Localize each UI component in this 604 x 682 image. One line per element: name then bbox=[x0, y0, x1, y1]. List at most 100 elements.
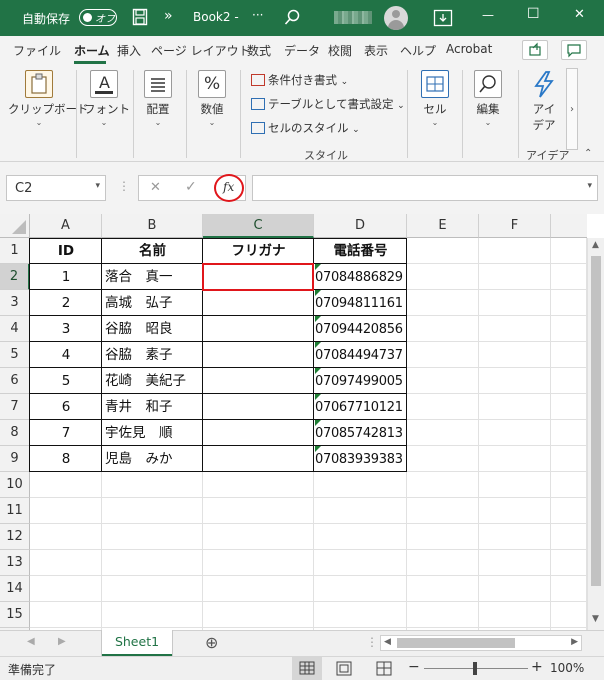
number-format-button[interactable]: % 数値 ⌄ bbox=[194, 70, 230, 127]
row-header-3[interactable]: 3 bbox=[0, 290, 30, 316]
chevron-down-icon[interactable]: ▾ bbox=[587, 181, 592, 191]
horizontal-scrollbar[interactable]: ◀ ▶ bbox=[380, 635, 582, 651]
row-header-12[interactable]: 12 bbox=[0, 524, 30, 550]
error-indicator-icon[interactable] bbox=[315, 342, 321, 348]
cell-phone[interactable]: 07083939383 bbox=[315, 447, 406, 472]
drag-handle[interactable]: ⋮ bbox=[366, 635, 378, 649]
error-indicator-icon[interactable] bbox=[315, 420, 321, 426]
maximize-button[interactable]: ☐ bbox=[527, 6, 540, 22]
clipboard-button[interactable]: クリップボード ⌄ bbox=[8, 70, 89, 127]
cell-id[interactable]: 6 bbox=[31, 395, 101, 420]
cell-furigana[interactable] bbox=[204, 447, 313, 472]
cell-id[interactable]: 1 bbox=[31, 265, 101, 290]
sheet-tab-sheet1[interactable]: Sheet1 bbox=[102, 630, 172, 656]
add-sheet-icon[interactable]: ⊕ bbox=[205, 633, 218, 652]
alignment-button[interactable]: 配置 ⌄ bbox=[140, 70, 176, 127]
column-header-f[interactable]: F bbox=[479, 214, 551, 238]
row-header-6[interactable]: 6 bbox=[0, 368, 30, 394]
cell-name[interactable]: 宇佐見 順 bbox=[105, 421, 202, 446]
close-button[interactable]: ✕ bbox=[574, 7, 585, 22]
normal-view-button[interactable] bbox=[292, 657, 322, 680]
zoom-slider-thumb[interactable] bbox=[473, 662, 477, 675]
cell-phone[interactable]: 07094811161 bbox=[315, 291, 406, 316]
cancel-icon[interactable]: ✕ bbox=[150, 180, 161, 195]
minimize-button[interactable]: — bbox=[482, 8, 494, 22]
cells-button[interactable]: セル ⌄ bbox=[417, 70, 453, 127]
error-indicator-icon[interactable] bbox=[315, 316, 321, 322]
cell-id[interactable]: 4 bbox=[31, 343, 101, 368]
error-indicator-icon[interactable] bbox=[315, 290, 321, 296]
cell-name[interactable]: 青井 和子 bbox=[105, 395, 202, 420]
drag-handle[interactable]: ⋮ bbox=[118, 179, 130, 193]
row-header-2[interactable]: 2 bbox=[0, 264, 30, 290]
ideas-button[interactable]: アイ デア bbox=[526, 70, 562, 133]
tab-help[interactable]: ヘルプ bbox=[400, 42, 436, 59]
column-header-d[interactable]: D bbox=[314, 214, 407, 238]
error-indicator-icon[interactable] bbox=[315, 368, 321, 374]
save-icon[interactable] bbox=[132, 8, 148, 26]
cell-furigana[interactable] bbox=[204, 317, 313, 342]
cell-name[interactable]: 花崎 美紀子 bbox=[105, 369, 202, 394]
cell-name[interactable]: 児島 みか bbox=[105, 447, 202, 472]
cell-phone[interactable]: 07085742813 bbox=[315, 421, 406, 446]
avatar[interactable] bbox=[384, 6, 408, 30]
vertical-scrollbar[interactable]: ▲ ▼ bbox=[587, 238, 604, 630]
autosave-toggle[interactable]: オフ bbox=[79, 9, 117, 26]
font-button[interactable]: A フォント ⌄ bbox=[84, 70, 130, 127]
row-header-4[interactable]: 4 bbox=[0, 316, 30, 342]
error-indicator-icon[interactable] bbox=[315, 264, 321, 270]
cell-id[interactable]: 5 bbox=[31, 369, 101, 394]
row-header-8[interactable]: 8 bbox=[0, 420, 30, 446]
row-header-11[interactable]: 11 bbox=[0, 498, 30, 524]
cell-name[interactable]: 谷脇 素子 bbox=[105, 343, 202, 368]
ribbon-display-icon[interactable] bbox=[433, 9, 453, 27]
header-id[interactable]: ID bbox=[31, 239, 101, 264]
format-as-table-button[interactable]: テーブルとして書式設定 ⌄ bbox=[251, 96, 405, 112]
cell-phone[interactable]: 07094420856 bbox=[315, 317, 406, 342]
column-header-g[interactable] bbox=[551, 214, 587, 238]
row-header-10[interactable]: 10 bbox=[0, 472, 30, 498]
tab-file[interactable]: ファイル bbox=[13, 42, 61, 59]
cell-phone[interactable]: 07067710121 bbox=[315, 395, 406, 420]
tab-acrobat[interactable]: Acrobat bbox=[446, 42, 492, 56]
error-indicator-icon[interactable] bbox=[315, 446, 321, 452]
cell-styles-button[interactable]: セルのスタイル ⌄ bbox=[251, 120, 360, 136]
header-furigana[interactable]: フリガナ bbox=[204, 239, 313, 264]
next-sheet-icon[interactable]: ▶ bbox=[58, 636, 66, 647]
cell-furigana[interactable] bbox=[204, 343, 313, 368]
zoom-level[interactable]: 100% bbox=[550, 661, 584, 675]
tab-home[interactable]: ホーム bbox=[74, 42, 110, 59]
cell-id[interactable]: 8 bbox=[31, 447, 101, 472]
cell-furigana[interactable] bbox=[204, 421, 313, 446]
tab-data[interactable]: データ bbox=[284, 42, 320, 59]
row-header-5[interactable]: 5 bbox=[0, 342, 30, 368]
cell-furigana[interactable] bbox=[204, 291, 313, 316]
collapse-ribbon-icon[interactable]: ⌃ bbox=[584, 148, 592, 159]
formula-input[interactable]: ▾ bbox=[252, 175, 598, 201]
page-break-view-icon[interactable] bbox=[374, 660, 394, 678]
header-phone[interactable]: 電話番号 bbox=[315, 239, 406, 264]
cell-name[interactable]: 高城 弘子 bbox=[105, 291, 202, 316]
tab-view[interactable]: 表示 bbox=[364, 42, 388, 59]
tab-page-layout[interactable]: ページ レイアウト bbox=[151, 42, 251, 59]
zoom-in-button[interactable]: + bbox=[531, 659, 543, 675]
column-header-b[interactable]: B bbox=[102, 214, 203, 238]
column-header-a[interactable]: A bbox=[30, 214, 102, 238]
page-layout-view-icon[interactable] bbox=[334, 660, 354, 678]
row-header-9[interactable]: 9 bbox=[0, 446, 30, 472]
tab-insert[interactable]: 挿入 bbox=[117, 42, 141, 59]
select-all-corner[interactable] bbox=[0, 214, 30, 238]
cell-phone[interactable]: 07097499005 bbox=[315, 369, 406, 394]
row-header-15[interactable]: 15 bbox=[0, 602, 30, 628]
error-indicator-icon[interactable] bbox=[315, 394, 321, 400]
row-header-14[interactable]: 14 bbox=[0, 576, 30, 602]
cell-name[interactable]: 谷脇 昭良 bbox=[105, 317, 202, 342]
name-box[interactable]: C2 ▾ bbox=[6, 175, 106, 201]
enter-icon[interactable]: ✓ bbox=[185, 179, 197, 195]
cell-id[interactable]: 2 bbox=[31, 291, 101, 316]
cell-name[interactable]: 落合 真一 bbox=[105, 265, 202, 290]
zoom-out-button[interactable]: − bbox=[408, 659, 420, 675]
prev-sheet-icon[interactable]: ◀ bbox=[27, 636, 35, 647]
share-button[interactable] bbox=[522, 40, 548, 60]
cell-id[interactable]: 3 bbox=[31, 317, 101, 342]
